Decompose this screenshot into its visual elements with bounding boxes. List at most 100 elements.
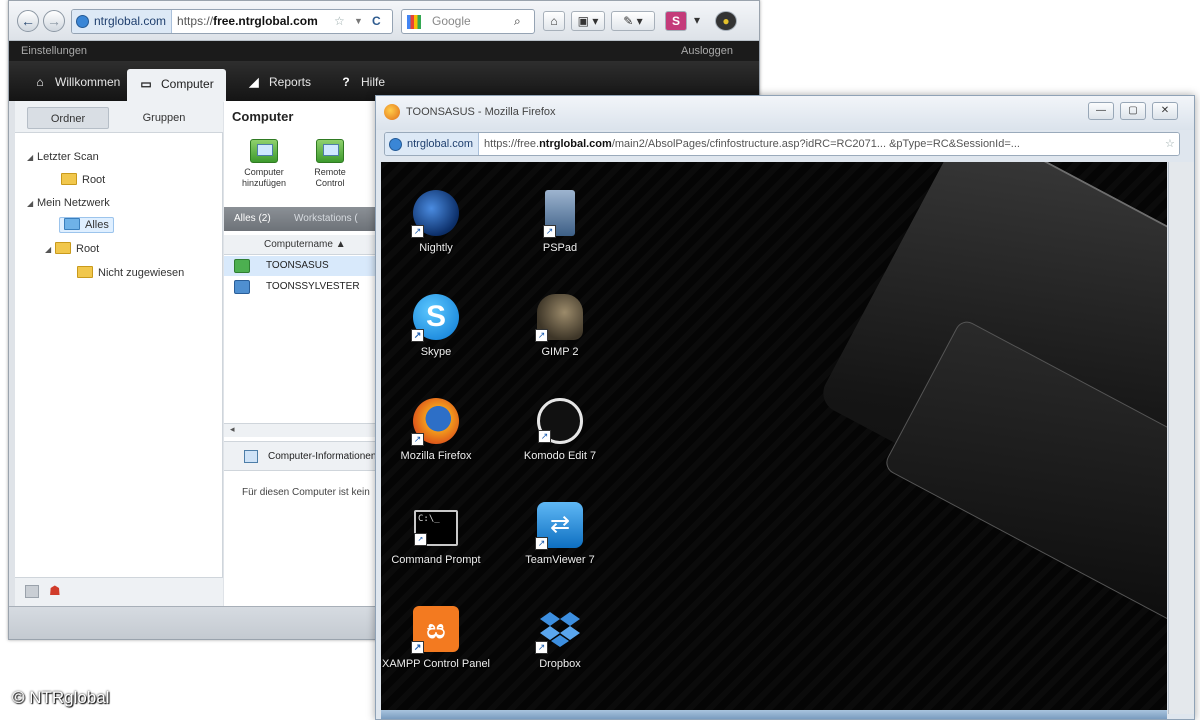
- browser-nav-bar: ← → ntrglobal.com https://free.ntrglobal.…: [9, 1, 759, 41]
- folder-icon: [77, 266, 93, 278]
- addon-s-icon[interactable]: S: [665, 11, 687, 31]
- remote-control-icon: [316, 139, 344, 163]
- remote-control-button[interactable]: Remote Control: [300, 139, 360, 189]
- expand-arrow-icon: ◢: [27, 199, 34, 208]
- app-top-bar: Einstellungen Ausloggen: [9, 41, 759, 61]
- komodo-icon: ↗: [537, 398, 583, 444]
- star-icon[interactable]: ☆: [1161, 133, 1179, 155]
- folder-icon: [61, 173, 77, 185]
- sidebar-footer: ☗: [15, 577, 223, 606]
- tab-ordner[interactable]: Ordner: [27, 107, 109, 129]
- tools-icon[interactable]: ✎ ▾: [611, 11, 655, 31]
- desktop-icon-skype[interactable]: S ↗ Skype: [381, 294, 491, 358]
- chart-icon: ◢: [249, 75, 259, 89]
- remote-taskbar[interactable]: [381, 710, 1167, 719]
- search-input[interactable]: Google ⌕: [401, 9, 535, 34]
- shortcut-arrow-icon: ↗: [535, 641, 548, 654]
- reload-icon[interactable]: C: [372, 10, 381, 33]
- shortcut-arrow-icon: ↗: [535, 537, 548, 550]
- google-icon: [407, 15, 421, 29]
- star-icon[interactable]: ☆: [334, 10, 345, 33]
- nightly-icon: ↗: [411, 190, 459, 238]
- addon-s-dropdown-icon[interactable]: ▾: [691, 11, 703, 31]
- desktop-icon-xampp[interactable]: ස ↗ XAMPP Control Panel: [381, 606, 491, 670]
- shortcut-arrow-icon: ↗: [411, 329, 424, 342]
- desktop-icon-dropbox[interactable]: ↗ Dropbox: [505, 606, 615, 670]
- shortcut-arrow-icon: ↗: [535, 329, 548, 342]
- info-computer-icon: [244, 450, 258, 463]
- computer-info-text: Für diesen Computer ist kein: [242, 487, 370, 498]
- shortcut-arrow-icon: ↗: [411, 225, 424, 238]
- computer-icon: [234, 280, 250, 294]
- home-button-icon[interactable]: ⌂: [543, 11, 565, 31]
- desktop-icon-pspad[interactable]: ↗ PSPad: [505, 190, 615, 254]
- desktop-icon-nightly[interactable]: ↗ Nightly: [381, 190, 491, 254]
- url-domain-badge: ntrglobal.com: [385, 133, 480, 155]
- vertical-scrollbar[interactable]: [1168, 162, 1194, 714]
- forward-arrow-icon[interactable]: →: [43, 10, 65, 32]
- minimize-icon[interactable]: —: [1088, 102, 1114, 120]
- tree-item-alles[interactable]: Alles: [59, 217, 114, 233]
- shortcut-arrow-icon: ↗: [543, 225, 556, 238]
- tab-willkommen[interactable]: ⌂ Willkommen: [21, 69, 132, 101]
- folder-icon: [55, 242, 71, 254]
- url-text: https://free.ntrglobal.com: [177, 14, 318, 28]
- folder-icon: [64, 218, 80, 230]
- url-domain-badge: ntrglobal.com: [72, 10, 173, 33]
- expand-arrow-icon: ◢: [27, 153, 34, 162]
- globe-icon: [76, 15, 89, 28]
- xampp-icon: ස ↗: [411, 606, 459, 654]
- bookmarks-icon[interactable]: ▣ ▾: [571, 11, 605, 31]
- tree-item-root-network[interactable]: ◢ Root: [45, 242, 99, 255]
- search-icon[interactable]: ⌕: [514, 10, 521, 33]
- desktop-icon-gimp[interactable]: ↗ GIMP 2: [505, 294, 615, 358]
- url-bar[interactable]: ntrglobal.com https://free.ntrglobal.com …: [71, 9, 393, 34]
- desktop-icon-firefox[interactable]: ↗ Mozilla Firefox: [381, 398, 491, 462]
- firefox-icon: ↗: [411, 398, 459, 446]
- desktop-icon-command-prompt[interactable]: C:\_ ↗ Command Prompt: [381, 502, 491, 566]
- url-text: https://free.ntrglobal.com/main2/AbsolPa…: [484, 138, 1020, 150]
- tree-item-nicht-zugewiesen[interactable]: Nicht zugewiesen: [77, 266, 184, 279]
- help-icon: ?: [342, 75, 350, 89]
- desktop-icon-teamviewer[interactable]: ⇄ ↗ TeamViewer 7: [505, 502, 615, 566]
- settings-link[interactable]: Einstellungen: [21, 41, 87, 61]
- tree-item-letzter-scan[interactable]: ◢ Letzter Scan: [27, 151, 99, 163]
- remote-url-bar[interactable]: ntrglobal.com https://free.ntrglobal.com/…: [384, 132, 1180, 156]
- tab-reports[interactable]: ◢ Reports: [235, 69, 323, 101]
- remote-desktop-view[interactable]: ↗ Nightly S ↗ Skype ↗ Mozilla Firefox C:\…: [381, 162, 1167, 714]
- shortcut-arrow-icon: ↗: [411, 433, 424, 446]
- shortcut-arrow-icon: ↗: [538, 430, 551, 443]
- dropbox-icon: ↗: [535, 606, 583, 654]
- filter-workstations[interactable]: Workstations (: [294, 207, 358, 231]
- skype-icon: S ↗: [411, 294, 459, 342]
- sidebar: Ordner Gruppen ◢ Letzter Scan Root ◢ Mein …: [15, 101, 223, 606]
- computer-small-icon[interactable]: [25, 585, 39, 598]
- remote-firefox-window: TOONSASUS - Mozilla Firefox — ▢ ✕ ntrglo…: [375, 95, 1195, 720]
- firefox-logo-icon: [384, 104, 400, 120]
- addon-circle-icon[interactable]: ●: [715, 11, 737, 31]
- tree-item-mein-netzwerk[interactable]: ◢ Mein Netzwerk: [27, 197, 110, 209]
- gimp-icon: ↗: [535, 294, 583, 342]
- add-computer-icon: [250, 139, 278, 163]
- close-icon[interactable]: ✕: [1152, 102, 1178, 120]
- shortcut-arrow-icon: ↗: [414, 533, 427, 546]
- dropdown-icon[interactable]: ▼: [354, 10, 363, 33]
- add-computer-button[interactable]: Computer hinzufügen: [234, 139, 294, 189]
- filter-all[interactable]: Alles (2): [234, 207, 271, 231]
- maximize-icon[interactable]: ▢: [1120, 102, 1146, 120]
- desktop-icon-komodo[interactable]: ↗ Komodo Edit 7: [505, 398, 615, 462]
- teamviewer-icon: ⇄ ↗: [535, 502, 583, 550]
- computer-online-icon: [234, 259, 250, 273]
- window-title: TOONSASUS - Mozilla Firefox: [406, 106, 556, 118]
- user-refresh-icon[interactable]: ☗: [49, 583, 61, 599]
- monitor-icon: ▭: [140, 77, 152, 91]
- tab-computer[interactable]: ▭ Computer: [127, 69, 226, 102]
- tree-item-root-scan[interactable]: Root: [61, 173, 105, 186]
- window-title-bar: TOONSASUS - Mozilla Firefox — ▢ ✕: [376, 96, 1194, 130]
- copyright-watermark: © NTRglobal: [12, 688, 110, 707]
- scroll-left-icon[interactable]: ◂: [230, 424, 235, 435]
- logout-link[interactable]: Ausloggen: [681, 41, 733, 61]
- tab-gruppen[interactable]: Gruppen: [123, 107, 205, 129]
- cmd-icon: C:\_ ↗: [414, 510, 458, 546]
- back-arrow-icon[interactable]: ←: [17, 10, 39, 32]
